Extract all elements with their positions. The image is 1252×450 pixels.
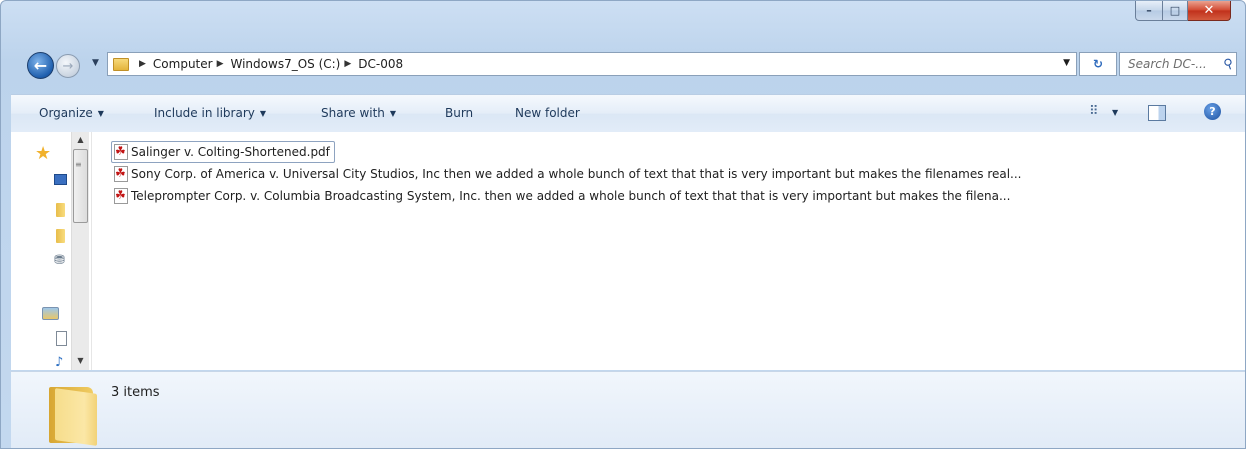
new-folder-button[interactable]: New folder [515,106,580,120]
breadcrumb-separator-icon[interactable]: ▶ [139,59,146,69]
pdf-file-icon [114,188,128,204]
favorites-star-icon[interactable]: ★ [35,145,51,163]
recent-pages-dropdown-icon[interactable]: ▼ [92,58,99,68]
navigation-row: ← → ▼ ▶ Computer ▶ Windows7_OS (C:) ▶ DC… [1,49,1245,79]
scroll-up-arrow-icon[interactable]: ▲ [72,135,89,146]
item-count: 3 items [111,385,160,400]
content-area: ★ ⛃ ♪ ▲ ≡ ▼ Salinger v. Colting-Shortene… [11,132,1245,370]
breadcrumb-computer[interactable]: Computer [153,57,213,71]
maximize-button[interactable]: □ [1163,1,1188,21]
grip-icon: ≡ [75,160,82,169]
address-dropdown-icon[interactable]: ▼ [1063,58,1070,68]
maximize-icon: □ [1169,4,1181,17]
file-name: Sony Corp. of America v. Universal City … [131,167,1022,181]
details-pane: 3 items [11,371,1245,448]
share-with-label: Share with [321,106,385,120]
folder-icon[interactable] [56,229,65,243]
share-with-menu[interactable]: Share with ▼ [321,106,396,120]
forward-arrow-icon: → [62,58,74,74]
chevron-down-icon: ▼ [259,109,267,118]
navigation-scrollbar[interactable]: ▲ ≡ ▼ [71,132,89,370]
breadcrumb-drive[interactable]: Windows7_OS (C:) [231,57,341,71]
caption-buttons: – □ ✕ [1135,1,1231,21]
breadcrumb-current-folder[interactable]: DC-008 [358,57,403,71]
chevron-down-icon: ▼ [97,109,104,118]
scroll-down-arrow-icon[interactable]: ▼ [72,356,89,367]
file-item[interactable]: Salinger v. Colting-Shortened.pdf [111,141,335,163]
refresh-icon: ↻ [1092,57,1104,71]
include-in-library-menu[interactable]: Include in library ▼ [154,106,266,120]
include-in-library-label: Include in library [154,106,255,120]
preview-pane-icon[interactable] [1148,105,1166,121]
folder-icon[interactable] [56,203,65,217]
minimize-icon: – [1146,4,1152,17]
breadcrumb-separator-icon[interactable]: ▶ [344,59,351,69]
music-icon[interactable]: ♪ [55,356,63,369]
view-options-dropdown-icon[interactable]: ▼ [1112,108,1118,117]
back-arrow-icon: ← [33,56,48,75]
pane-splitter[interactable] [91,132,92,370]
desktop-icon[interactable] [54,174,67,185]
documents-icon[interactable] [56,331,67,346]
chevron-down-icon: ▼ [389,109,397,118]
burn-button[interactable]: Burn [445,106,473,120]
file-list: Salinger v. Colting-Shortened.pdf Sony C… [111,141,1231,207]
file-name: Salinger v. Colting-Shortened.pdf [131,145,330,159]
navigation-pane: ★ ⛃ ♪ ▲ ≡ ▼ [11,132,89,370]
libraries-icon[interactable] [42,307,59,320]
organize-label: Organize [39,106,93,120]
search-box[interactable]: ⚲ [1119,52,1237,76]
search-icon[interactable]: ⚲ [1222,55,1236,72]
explorer-window: – □ ✕ ← → ▼ ▶ Computer ▶ Windows7_OS (C:… [0,0,1246,449]
search-input[interactable] [1126,56,1222,72]
list-item[interactable]: Teleprompter Corp. v. Columbia Broadcast… [111,185,1231,207]
network-icon[interactable]: ⛃ [54,254,65,267]
folder-icon [113,57,129,71]
change-view-icon[interactable]: ⠿ [1089,104,1099,119]
organize-menu[interactable]: Organize ▼ [39,106,104,120]
list-item[interactable]: Sony Corp. of America v. Universal City … [111,163,1231,185]
refresh-button[interactable]: ↻ [1079,52,1117,76]
file-item[interactable]: Sony Corp. of America v. Universal City … [111,163,1027,185]
file-item[interactable]: Teleprompter Corp. v. Columbia Broadcast… [111,185,1015,207]
close-icon: ✕ [1203,3,1215,18]
minimize-button[interactable]: – [1135,1,1163,21]
help-icon[interactable]: ? [1204,103,1221,120]
command-bar: Organize ▼ Include in library ▼ Share with… [11,94,1245,133]
folder-icon [45,381,99,446]
list-item[interactable]: Salinger v. Colting-Shortened.pdf [111,141,1231,163]
address-bar[interactable]: ▶ Computer ▶ Windows7_OS (C:) ▶ DC-008 ▼ [107,52,1077,76]
back-button[interactable]: ← [27,52,54,79]
pdf-file-icon [114,166,128,182]
pdf-file-icon [114,144,128,160]
forward-button[interactable]: → [56,54,80,78]
breadcrumb-separator-icon[interactable]: ▶ [217,59,224,69]
close-button[interactable]: ✕ [1188,1,1231,21]
file-name: Teleprompter Corp. v. Columbia Broadcast… [131,189,1011,203]
